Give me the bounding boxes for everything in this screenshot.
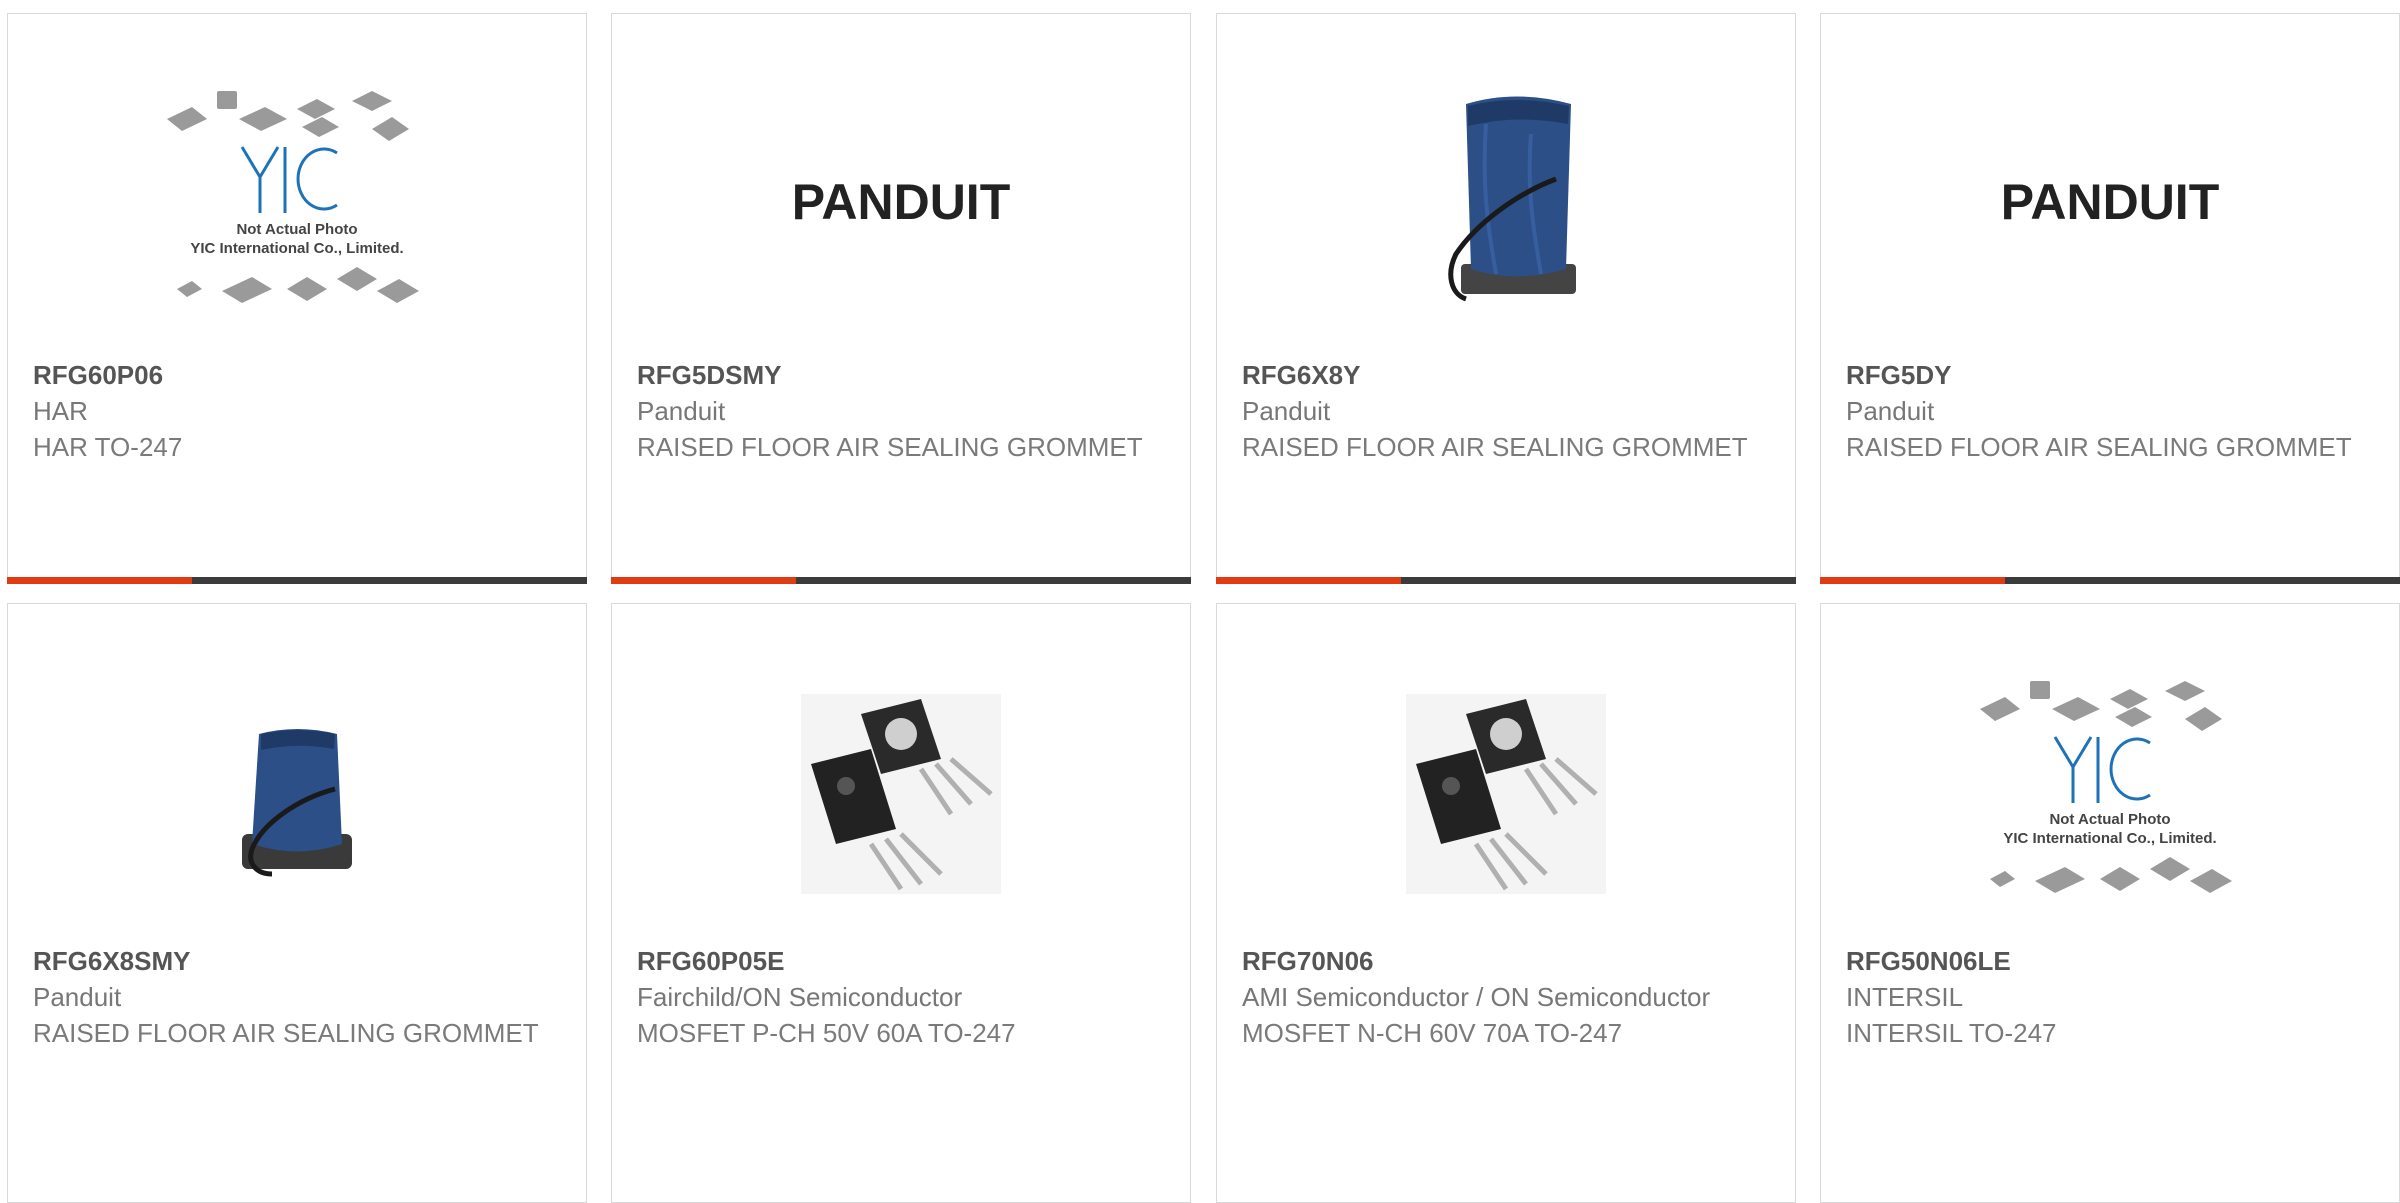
part-number[interactable]: RFG5DY (1846, 357, 2374, 393)
manufacturer: HAR (33, 396, 88, 426)
manufacturer: Fairchild/ON Semiconductor (637, 982, 963, 1012)
card-accent-bar (1216, 577, 1796, 584)
svg-text:YIC International Co., Limited: YIC International Co., Limited. (2003, 830, 2216, 847)
product-card[interactable]: PANDUIT RFG5DSMY Panduit RAISED FLOOR AI… (611, 13, 1191, 584)
product-image[interactable]: Not Actual Photo YIC International Co., … (1821, 654, 2399, 934)
svg-text:Not Actual Photo: Not Actual Photo (236, 221, 357, 238)
description: HAR TO-247 (33, 432, 183, 462)
manufacturer: Panduit (33, 982, 122, 1012)
part-number[interactable]: RFG5DSMY (637, 357, 1165, 393)
transistor-icon (1406, 694, 1606, 894)
product-grid: Not Actual Photo YIC International Co., … (0, 0, 2400, 1203)
manufacturer: Panduit (1242, 396, 1331, 426)
svg-text:PANDUIT: PANDUIT (792, 174, 1011, 230)
chip-placeholder-icon: Not Actual Photo YIC International Co., … (167, 91, 419, 303)
part-number[interactable]: RFG6X8SMY (33, 943, 561, 979)
description: MOSFET N-CH 60V 70A TO-247 (1242, 1018, 1623, 1048)
product-image[interactable]: PANDUIT (1821, 64, 2399, 344)
description: RAISED FLOOR AIR SEALING GROMMET (1242, 432, 1748, 462)
panduit-logo-icon: PANDUIT (2001, 174, 2220, 230)
card-accent-bar (1820, 577, 2400, 584)
product-card[interactable]: RFG6X8Y Panduit RAISED FLOOR AIR SEALING… (1216, 13, 1796, 584)
part-number[interactable]: RFG60P05E (637, 943, 1165, 979)
transistor-icon (801, 694, 1001, 894)
manufacturer: INTERSIL (1846, 982, 1964, 1012)
grommet-icon (1448, 96, 1576, 302)
manufacturer: Panduit (637, 396, 726, 426)
part-number[interactable]: RFG6X8Y (1242, 357, 1770, 393)
product-image[interactable] (612, 654, 1190, 934)
product-card[interactable]: RFG70N06 AMI Semiconductor / ON Semicond… (1216, 603, 1796, 1203)
description: RAISED FLOOR AIR SEALING GROMMET (637, 432, 1143, 462)
manufacturer: AMI Semiconductor / ON Semiconductor (1242, 982, 1711, 1012)
part-number[interactable]: RFG50N06LE (1846, 943, 2374, 979)
description: RAISED FLOOR AIR SEALING GROMMET (1846, 432, 2352, 462)
svg-text:PANDUIT: PANDUIT (2001, 174, 2220, 230)
card-accent-bar (7, 577, 587, 584)
description: RAISED FLOOR AIR SEALING GROMMET (33, 1018, 539, 1048)
product-image[interactable]: Not Actual Photo YIC International Co., … (8, 64, 586, 344)
product-card[interactable]: RFG6X8SMY Panduit RAISED FLOOR AIR SEALI… (7, 603, 587, 1203)
product-image[interactable] (1217, 64, 1795, 344)
grommet-icon (242, 729, 352, 877)
part-number[interactable]: RFG70N06 (1242, 943, 1770, 979)
part-number[interactable]: RFG60P06 (33, 357, 561, 393)
product-image[interactable]: PANDUIT (612, 64, 1190, 344)
description: MOSFET P-CH 50V 60A TO-247 (637, 1018, 1016, 1048)
manufacturer: Panduit (1846, 396, 1935, 426)
description: INTERSIL TO-247 (1846, 1018, 2057, 1048)
card-accent-bar (611, 577, 1191, 584)
product-card[interactable]: Not Actual Photo YIC International Co., … (7, 13, 587, 584)
svg-text:Not Actual Photo: Not Actual Photo (2049, 811, 2170, 828)
product-image[interactable] (8, 654, 586, 934)
product-card[interactable]: RFG60P05E Fairchild/ON Semiconductor MOS… (611, 603, 1191, 1203)
product-card[interactable]: PANDUIT RFG5DY Panduit RAISED FLOOR AIR … (1820, 13, 2400, 584)
product-card[interactable]: Not Actual Photo YIC International Co., … (1820, 603, 2400, 1203)
panduit-logo-icon: PANDUIT (792, 174, 1011, 230)
svg-text:YIC International Co., Limited: YIC International Co., Limited. (190, 240, 403, 257)
product-image[interactable] (1217, 654, 1795, 934)
chip-placeholder-icon: Not Actual Photo YIC International Co., … (1980, 681, 2232, 893)
